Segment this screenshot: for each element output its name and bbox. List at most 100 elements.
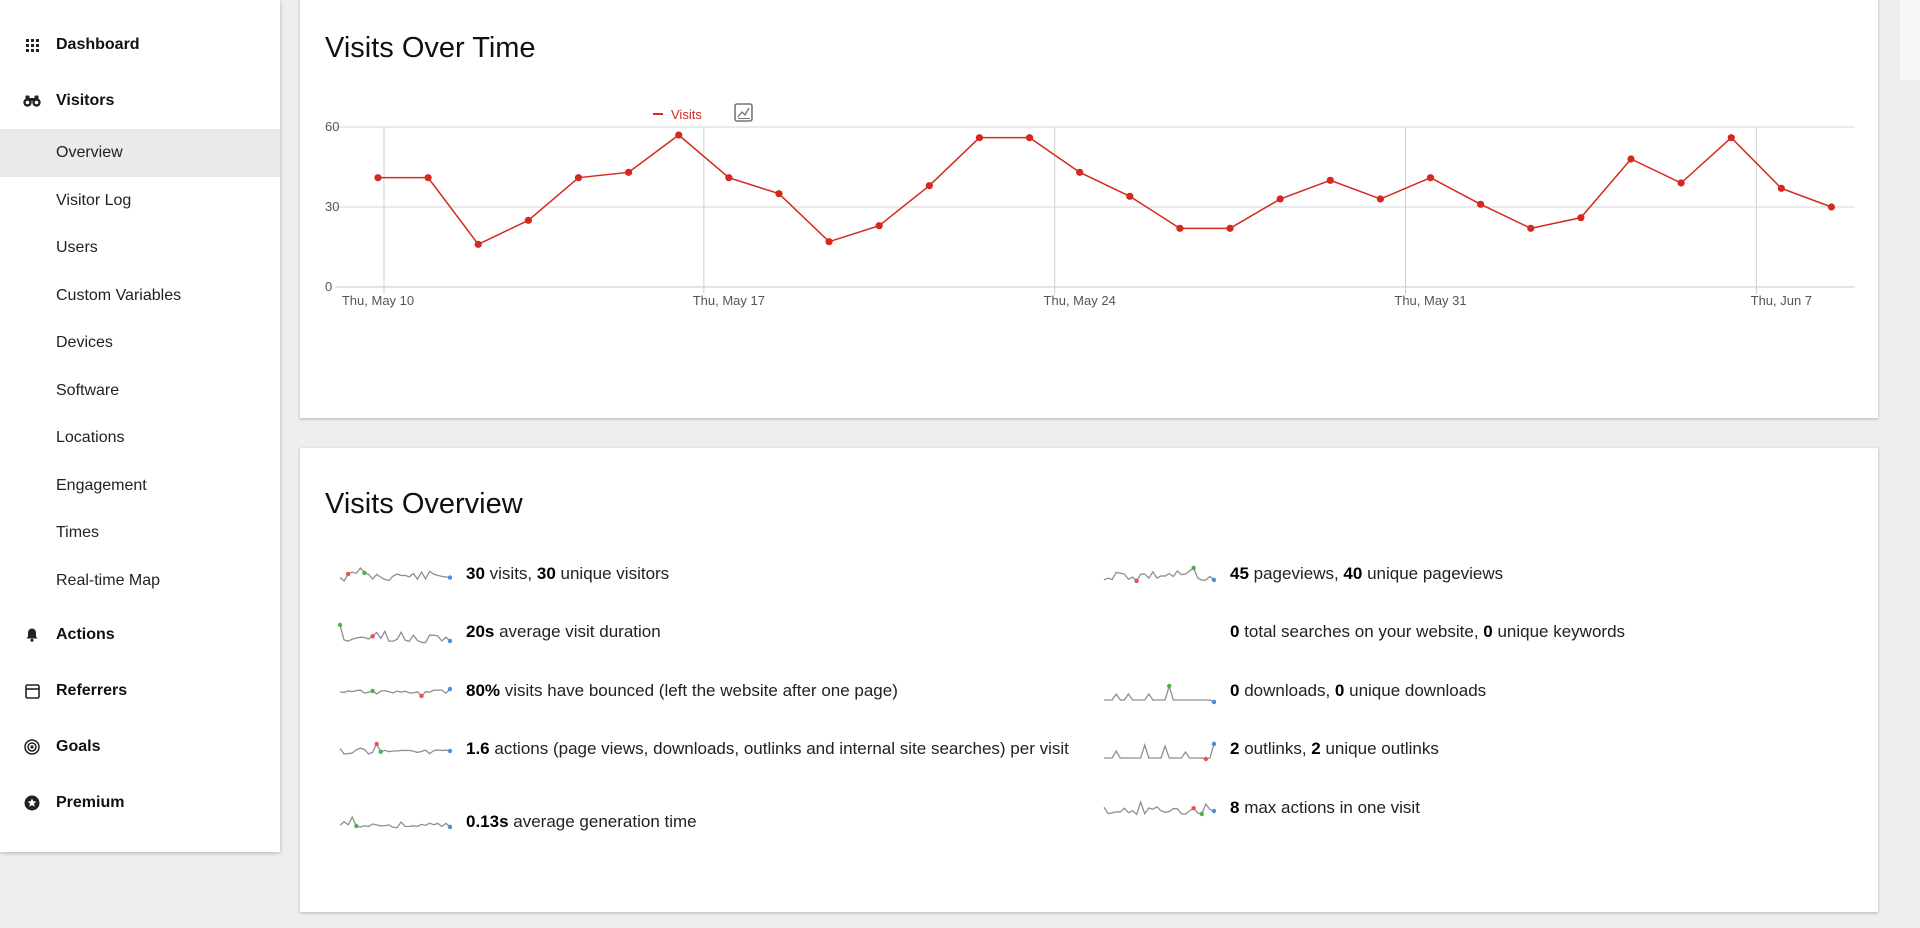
metric-label: average visit duration: [494, 622, 661, 641]
nav-premium-label: Premium: [56, 794, 125, 811]
metric-text: 8 max actions in one visit: [1230, 796, 1420, 820]
data-point[interactable]: [1477, 200, 1485, 208]
sparkline[interactable]: [1102, 796, 1216, 822]
sparkline[interactable]: [1102, 737, 1216, 763]
sidebar-item-locations[interactable]: Locations: [0, 414, 280, 462]
sparkline[interactable]: [1102, 620, 1216, 646]
overview-metric-row: 45 pageviews, 40 unique pageviews: [1102, 562, 1842, 588]
data-point[interactable]: [1126, 192, 1134, 200]
metric-text: 0 total searches on your website, 0 uniq…: [1230, 620, 1625, 644]
metric-value: 30: [536, 564, 556, 583]
data-point[interactable]: [825, 238, 833, 246]
sparkline[interactable]: [338, 810, 452, 836]
sparkline-last-point: [1211, 741, 1216, 747]
data-point[interactable]: [1076, 168, 1084, 176]
data-point[interactable]: [1627, 155, 1635, 163]
overview-metric-row: 0.13s average generation time: [338, 810, 1078, 836]
data-point[interactable]: [1226, 224, 1234, 232]
sparkline[interactable]: [338, 737, 452, 763]
metric-text: 0 downloads, 0 unique downloads: [1230, 679, 1486, 703]
data-point[interactable]: [1677, 179, 1685, 187]
metric-text: 2 outlinks, 2 unique outlinks: [1230, 737, 1439, 761]
scrollbar[interactable]: [1900, 0, 1920, 80]
metric-label: unique downloads: [1344, 681, 1487, 700]
nav-visitors[interactable]: Visitors: [0, 73, 280, 129]
data-point[interactable]: [625, 168, 633, 176]
metric-value: 40: [1343, 564, 1363, 583]
chart-type-icon[interactable]: [734, 103, 753, 122]
sidebar-item-times[interactable]: Times: [0, 509, 280, 557]
nav-referrers[interactable]: Referrers: [0, 663, 280, 719]
metric-text: 0.13s average generation time: [466, 810, 697, 834]
data-point[interactable]: [474, 240, 482, 248]
overview-metric-row: 80% visits have bounced (left the websit…: [338, 679, 1078, 705]
data-point[interactable]: [975, 134, 984, 142]
data-point[interactable]: [725, 174, 733, 182]
series-line-visits: [378, 134, 1832, 246]
data-point[interactable]: [374, 174, 382, 182]
data-point[interactable]: [925, 182, 933, 190]
metric-label: actions (page views, downloads, outlinks…: [489, 739, 1069, 758]
overview-metric-row: 30 visits, 30 unique visitors: [338, 562, 1078, 588]
sparkline-last-point: [447, 686, 452, 692]
data-point[interactable]: [1176, 224, 1184, 232]
x-tick-label: Thu, Jun 7: [1751, 293, 1812, 308]
sparkline[interactable]: [1102, 679, 1216, 705]
sparkline[interactable]: [338, 562, 452, 588]
data-point[interactable]: [524, 216, 532, 224]
metric-value: 0: [1334, 681, 1345, 700]
data-point[interactable]: [424, 174, 432, 182]
data-point[interactable]: [675, 131, 683, 139]
nav-goals[interactable]: Goals: [0, 719, 280, 775]
metric-label: outlinks,: [1239, 739, 1312, 758]
metric-value: 2: [1311, 739, 1321, 758]
metric-label: max actions in one visit: [1239, 798, 1420, 817]
data-point[interactable]: [1376, 195, 1384, 203]
x-tick-label: Thu, May 24: [1044, 293, 1116, 308]
metric-text: 20s average visit duration: [466, 620, 661, 644]
sparkline-min-point: [1203, 756, 1209, 762]
metric-value: 20s: [466, 622, 495, 641]
data-point[interactable]: [1025, 134, 1034, 142]
data-point[interactable]: [1276, 195, 1284, 203]
sidebar-item-software[interactable]: Software: [0, 367, 280, 415]
nav-actions[interactable]: Actions: [0, 607, 280, 663]
sparkline-last-point: [447, 748, 452, 754]
nav-dashboard[interactable]: Dashboard: [0, 17, 280, 73]
sparkline[interactable]: [1102, 562, 1216, 588]
data-point[interactable]: [875, 222, 883, 230]
data-point[interactable]: [1577, 214, 1585, 222]
metric-label: unique pageviews: [1362, 564, 1504, 583]
sidebar-item-users[interactable]: Users: [0, 224, 280, 272]
data-point[interactable]: [1827, 203, 1836, 211]
data-point[interactable]: [1426, 174, 1435, 182]
metric-value: 1.6: [466, 739, 490, 758]
metric-label: average generation time: [508, 812, 697, 831]
sidebar-item-visitor-log[interactable]: Visitor Log: [0, 177, 280, 225]
sidebar-item-custom-variables[interactable]: Custom Variables: [0, 272, 280, 320]
metric-label: unique visitors: [555, 564, 670, 583]
sparkline-min-point: [370, 634, 375, 639]
data-point[interactable]: [775, 190, 783, 198]
data-point[interactable]: [1527, 224, 1535, 232]
data-point[interactable]: [574, 174, 583, 182]
nav-premium[interactable]: Premium: [0, 775, 280, 831]
visits-line-chart[interactable]: 0 30 60 Thu, May 10 Thu, May 17 Thu, May 24 Th…: [300, 0, 1878, 418]
sidebar-item-devices[interactable]: Devices: [0, 319, 280, 367]
metric-label: visits have bounced (left the website af…: [500, 681, 898, 700]
sparkline-max-point: [362, 570, 367, 576]
nav-actions-label: Actions: [56, 626, 115, 643]
sparkline[interactable]: [338, 620, 452, 646]
data-point[interactable]: [1727, 134, 1735, 142]
metric-label: downloads,: [1239, 681, 1335, 700]
sidebar-item-overview[interactable]: Overview: [0, 129, 280, 177]
overview-metric-row: 0 downloads, 0 unique downloads: [1102, 679, 1842, 705]
sparkline[interactable]: [338, 679, 452, 705]
legend-label[interactable]: Visits: [671, 107, 702, 122]
sidebar-item-real-time-map[interactable]: Real-time Map: [0, 557, 280, 605]
sparkline-max-point: [1191, 565, 1196, 571]
data-point[interactable]: [1777, 184, 1785, 192]
metric-label: visits,: [484, 564, 537, 583]
sidebar-item-engagement[interactable]: Engagement: [0, 462, 280, 510]
data-point[interactable]: [1326, 176, 1334, 184]
